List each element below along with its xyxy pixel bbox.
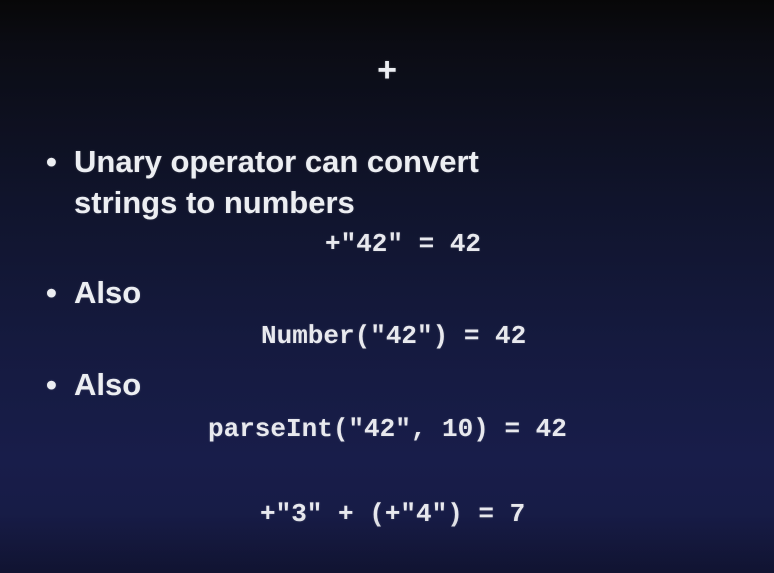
code-example-sum: +"3" + (+"4") = 7 bbox=[260, 499, 526, 529]
bullet-text-line-2: strings to numbers bbox=[74, 185, 355, 220]
bullet-also-number: • Also bbox=[46, 272, 141, 313]
bullet-text: Also bbox=[74, 275, 142, 310]
code-example-unary-plus: +"42" = 42 bbox=[325, 229, 482, 259]
slide-title: + bbox=[377, 51, 397, 89]
bullet-marker: • bbox=[46, 367, 57, 402]
bullet-unary-operator: • Unary operator can convert strings to nu… bbox=[46, 141, 646, 223]
bullet-text-line-1: Unary operator can convert bbox=[74, 144, 479, 179]
bullet-text: Also bbox=[74, 367, 142, 402]
code-example-parseint: parseInt("42", 10) = 42 bbox=[208, 414, 567, 444]
bullet-text: Unary operator can convert strings to num… bbox=[74, 141, 479, 223]
bullet-also-parseint: • Also bbox=[46, 364, 141, 405]
presentation-slide: + • Unary operator can convert strings to … bbox=[0, 0, 774, 573]
bullet-marker: • bbox=[46, 275, 57, 310]
bullet-marker: • bbox=[46, 144, 57, 179]
code-example-number: Number("42") = 42 bbox=[261, 321, 527, 351]
